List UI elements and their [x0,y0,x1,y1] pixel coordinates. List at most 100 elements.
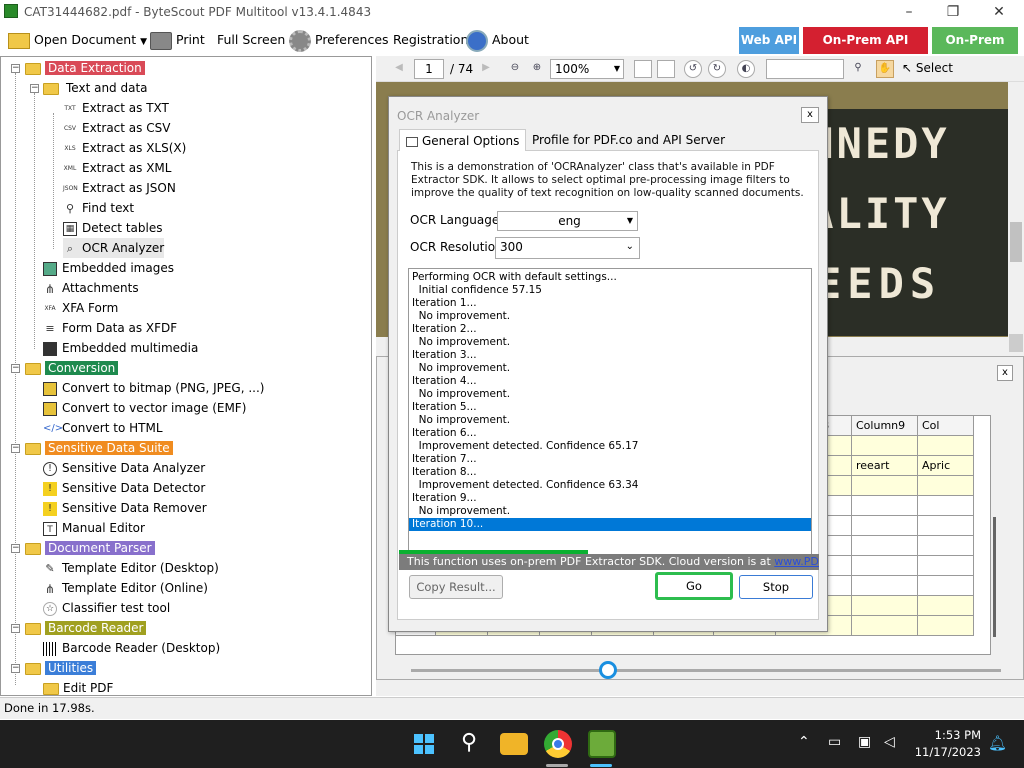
tree-item-text-and-data[interactable]: Text and data [43,78,151,98]
restore-button[interactable]: ❐ [930,2,976,22]
tree-section-data-extraction[interactable]: Data Extraction [25,58,145,78]
table-cell[interactable] [918,616,974,636]
table-cell[interactable] [918,436,974,456]
search-icon[interactable]: ⚲ [455,730,483,758]
log-line[interactable]: Iteration 6... [409,427,811,440]
ocr-log-list[interactable]: Performing OCR with default settings... … [408,268,812,566]
expand-toggle[interactable]: − [30,84,39,93]
log-line[interactable]: Iteration 10... [409,518,811,531]
horizontal-scrollbar[interactable] [411,669,1001,672]
table-cell[interactable]: reeart [852,456,918,476]
binoculars-icon[interactable]: ⚲ [849,60,867,78]
tree-section-document-parser[interactable]: Document Parser [25,538,155,558]
expand-toggle[interactable]: − [11,64,20,73]
go-button[interactable]: Go [655,572,733,600]
table-cell[interactable] [918,516,974,536]
tree-item-sensitive-remover[interactable]: ! Sensitive Data Remover [43,498,207,518]
tree-item-extract-txt[interactable]: TXT Extract as TXT [63,98,169,118]
log-line[interactable]: Iteration 4... [409,375,811,388]
rotate-right-icon[interactable]: ↻ [708,60,726,78]
windows-start-icon[interactable] [410,730,438,758]
log-line[interactable]: No improvement. [409,505,811,518]
expand-toggle[interactable]: − [11,664,20,673]
expand-toggle[interactable]: − [11,444,20,453]
vertical-scrollbar[interactable] [1008,82,1024,352]
tree-item-extract-xml[interactable]: XML Extract as XML [63,158,172,178]
tree-item-embedded-images[interactable]: Embedded images [43,258,174,278]
tree-section-barcode-reader[interactable]: Barcode Reader [25,618,147,638]
about-button[interactable]: About [462,27,533,53]
file-explorer-icon[interactable] [500,733,528,755]
ocr-resolution-select[interactable]: 300 ⌄ [495,237,640,259]
log-line[interactable]: Performing OCR with default settings... [409,271,811,284]
tree-item-detect-tables[interactable]: ▦ Detect tables [63,218,162,238]
tree-item-sensitive-detector[interactable]: ! Sensitive Data Detector [43,478,205,498]
table-cell[interactable] [918,596,974,616]
onprem-sdk-button[interactable]: On-Prem SDK [932,27,1018,74]
tree-item-convert-vector[interactable]: Convert to vector image (EMF) [43,398,246,418]
table-cell[interactable] [918,476,974,496]
tree-section-sensitive-data[interactable]: Sensitive Data Suite [25,438,173,458]
table-cell[interactable] [918,536,974,556]
copy-result-button[interactable]: Copy Result... [409,575,503,599]
ocr-language-select[interactable]: eng ▼ [497,211,638,231]
log-line[interactable]: Improvement detected. Confidence 65.17 [409,440,811,453]
scroll-position-indicator[interactable] [599,661,617,679]
tree-item-manual-editor[interactable]: T Manual Editor [43,518,145,538]
log-line[interactable]: Improvement detected. Confidence 63.34 [409,479,811,492]
notification-bell-icon[interactable]: 🔔︎ [988,734,1007,752]
minimize-button[interactable]: – [886,2,932,22]
page-number-input[interactable]: 1 [414,59,444,79]
log-line[interactable]: Initial confidence 57.15 [409,284,811,297]
tab-general-options[interactable]: General Options [399,129,527,151]
tree-item-template-online[interactable]: ⋔ Template Editor (Online) [43,578,208,598]
table-cell[interactable] [852,596,918,616]
log-line[interactable]: Iteration 8... [409,466,811,479]
log-line[interactable]: Iteration 3... [409,349,811,362]
zoom-in-icon[interactable]: ⊕ [528,60,546,78]
select-tool-button[interactable]: ↖ Select [902,61,953,75]
table-cell[interactable] [852,576,918,596]
log-line[interactable]: No improvement. [409,310,811,323]
tree-item-edit-pdf[interactable]: Edit PDF [43,678,113,695]
tree-item-convert-bitmap[interactable]: Convert to bitmap (PNG, JPEG, ...) [43,378,265,398]
registration-button[interactable]: Registration [389,27,472,53]
table-close-button[interactable]: x [997,365,1013,381]
log-line[interactable]: No improvement. [409,388,811,401]
log-line[interactable]: No improvement. [409,362,811,375]
table-cell[interactable] [918,496,974,516]
tree-item-attachments[interactable]: ⋔ Attachments [43,278,139,298]
battery-icon[interactable]: ▭ [828,734,841,750]
tree-item-xfa-form[interactable]: XFA XFA Form [43,298,118,318]
network-icon[interactable]: ▣ [858,734,871,750]
preferences-button[interactable]: Preferences [285,27,393,53]
table-cell[interactable] [852,476,918,496]
volume-icon[interactable]: ◁ [884,734,895,750]
table-cell[interactable] [852,496,918,516]
tray-chevron-icon[interactable]: ⌃ [798,734,810,750]
zoom-out-icon[interactable]: ⊖ [506,60,524,78]
tree-section-utilities[interactable]: Utilities [25,658,97,678]
scroll-down-button[interactable] [1009,334,1023,352]
table-cell[interactable]: Apric [918,456,974,476]
chrome-icon[interactable] [544,730,572,758]
tree-item-template-desktop[interactable]: ✎ Template Editor (Desktop) [43,558,218,578]
log-line[interactable]: No improvement. [409,336,811,349]
log-line[interactable]: Iteration 9... [409,492,811,505]
log-line[interactable]: Iteration 7... [409,453,811,466]
tree-section-conversion[interactable]: Conversion [25,358,119,378]
tree-item-ocr-analyzer[interactable]: ⌕ OCR Analyzer [63,238,165,258]
contrast-icon[interactable]: ◐ [737,60,755,78]
table-scrollbar[interactable] [993,517,996,637]
clock-time[interactable]: 1:53 PM [905,728,981,742]
zoom-select[interactable]: 100% ▼ [550,59,624,79]
tree-item-classifier[interactable]: ☆ Classifier test tool [43,598,170,618]
tree-item-find-text[interactable]: ⚲ Find text [63,198,134,218]
table-cell[interactable] [918,576,974,596]
tree-item-extract-csv[interactable]: CSV Extract as CSV [63,118,170,138]
table-column-header[interactable]: Col [918,416,974,436]
table-cell[interactable] [852,436,918,456]
tree-item-convert-html[interactable]: </>Convert to HTML [43,418,163,438]
tab-profile[interactable]: Profile for PDF.co and API Server [511,129,731,151]
rotate-left-icon[interactable]: ↺ [684,60,702,78]
